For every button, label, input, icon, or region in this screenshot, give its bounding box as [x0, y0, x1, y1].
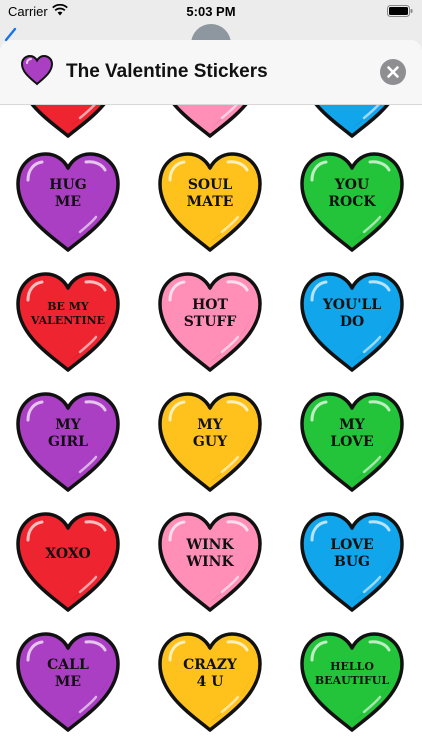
sticker-heart[interactable]: YOU ROCK	[298, 150, 406, 254]
heart-shape	[313, 104, 391, 138]
sticker-text: MY LOVE	[330, 417, 374, 450]
sticker-heart[interactable]: HUG ME	[14, 150, 122, 254]
sticker-text: CRAZY 4 U	[183, 657, 237, 690]
sticker-text: YOU'LL DO	[322, 297, 382, 330]
sticker-text: MY GUY	[192, 417, 228, 450]
sticker-text: YOU ROCK	[328, 177, 376, 210]
sticker-text: HUG ME	[49, 177, 87, 210]
sticker-text: SOUL MATE	[186, 177, 234, 210]
sticker-heart[interactable]: CRAZY 4 U	[156, 630, 264, 734]
sticker-heart[interactable]: MY GIRL	[14, 390, 122, 494]
status-bar: Carrier 5:03 PM	[0, 0, 422, 22]
clock: 5:03 PM	[186, 4, 236, 19]
sticker-heart[interactable]: HELLO BEAUTIFUL	[298, 630, 406, 734]
sticker-text: LOVE BUG	[330, 537, 374, 570]
sticker-text: MY GIRL	[48, 417, 88, 450]
sticker-heart[interactable]: MY GUY	[156, 390, 264, 494]
heart-shape	[171, 104, 249, 138]
sticker-heart[interactable]: BE MY VALENTINE	[14, 270, 122, 374]
sticker-heart[interactable]	[298, 104, 406, 140]
sticker-grid: HUG ME SOUL MATE YOU ROCK BE MY VALENTINE HO…	[0, 104, 422, 750]
sticker-text: HOT STUFF	[183, 297, 237, 330]
sticker-text: XOXO	[45, 545, 91, 562]
sheet-header: The Valentine Stickers	[0, 40, 422, 105]
sticker-text: WINK WINK	[186, 537, 234, 570]
sticker-heart[interactable]: YOU'LL DO	[298, 270, 406, 374]
sticker-heart[interactable]: WINK WINK	[156, 510, 264, 614]
sticker-sheet: The Valentine Stickers HUG ME SOUL MATE YO…	[0, 40, 422, 750]
sticker-heart[interactable]: HOT STUFF	[156, 270, 264, 374]
sticker-text: CALL ME	[47, 657, 89, 690]
sticker-text: HELLO BEAUTIFUL	[314, 660, 390, 687]
sticker-heart[interactable]: CALL ME	[14, 630, 122, 734]
sticker-heart[interactable]	[156, 104, 264, 140]
sticker-heart[interactable]: SOUL MATE	[156, 150, 264, 254]
purple-heart-icon	[20, 54, 54, 86]
close-icon	[387, 66, 399, 78]
sheet-title: The Valentine Stickers	[66, 61, 268, 82]
sticker-heart[interactable]: LOVE BUG	[298, 510, 406, 614]
sticker-text: BE MY VALENTINE	[30, 300, 106, 327]
heart-shape	[29, 104, 107, 138]
sticker-heart[interactable]: XOXO	[14, 510, 122, 614]
close-button[interactable]	[380, 59, 406, 85]
battery-icon	[387, 5, 414, 20]
sticker-heart[interactable]: MY LOVE	[298, 390, 406, 494]
sticker-heart[interactable]	[14, 104, 122, 140]
